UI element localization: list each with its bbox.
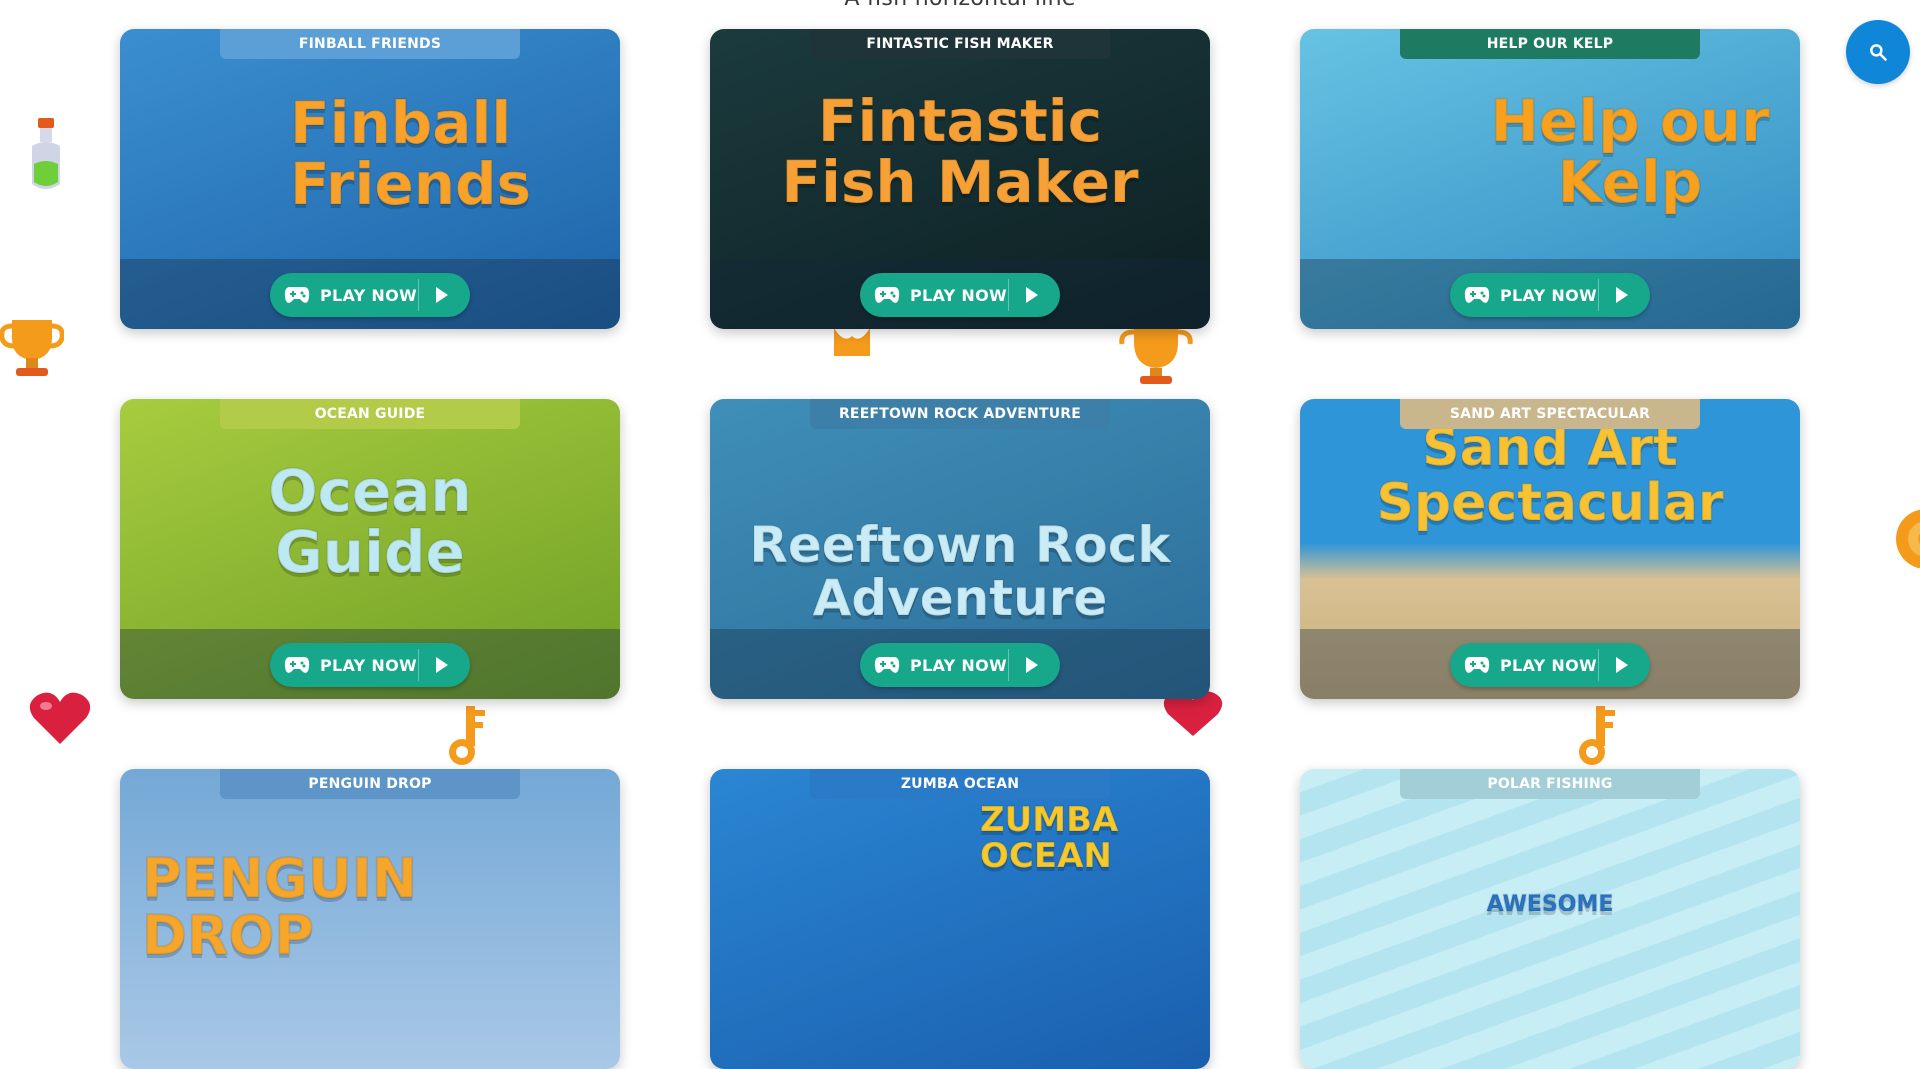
game-card-polar-fishing[interactable]: AWESOME POLAR FISHING	[1300, 769, 1800, 1069]
gamepad-icon	[874, 287, 900, 303]
game-card-sand-art-spectacular[interactable]: Sand Art Spectacular SAND ART SPECTACULA…	[1300, 399, 1800, 699]
game-card-help-our-kelp[interactable]: Help our Kelp HELP OUR KELP PLAY NOW	[1300, 29, 1800, 329]
play-now-button[interactable]: PLAY NOW	[270, 643, 470, 687]
game-card-title: Fintastic Fish Maker	[780, 87, 1139, 216]
play-now-button[interactable]: PLAY NOW	[860, 643, 1060, 687]
game-card-tag: OCEAN GUIDE	[220, 399, 520, 429]
play-now-label: PLAY NOW	[320, 655, 417, 675]
play-now-button[interactable]: PLAY NOW	[860, 273, 1060, 317]
button-divider	[418, 279, 419, 311]
gamepad-icon	[1464, 287, 1490, 303]
game-card-title: Sand Art Spectacular	[1375, 418, 1724, 533]
game-card-tag: REEFTOWN ROCK ADVENTURE	[810, 399, 1110, 429]
gamepad-icon	[1464, 657, 1490, 673]
game-card-reeftown-rock-adventure[interactable]: Reeftown Rock Adventure REEFTOWN ROCK AD…	[710, 399, 1210, 699]
game-card-tag: SAND ART SPECTACULAR	[1400, 399, 1700, 429]
button-divider	[1598, 279, 1599, 311]
gamepad-icon	[284, 287, 310, 303]
play-arrow-icon	[436, 287, 448, 303]
game-card-title: AWESOME	[1486, 892, 1615, 917]
game-card-title: PENGUIN DROP	[141, 847, 418, 967]
game-card-penguin-drop[interactable]: PENGUIN DROP PENGUIN DROP	[120, 769, 620, 1069]
play-arrow-icon	[1026, 657, 1038, 673]
game-card-footer: PLAY NOW	[710, 629, 1210, 699]
game-card-tag: HELP OUR KELP	[1400, 29, 1700, 59]
gamepad-icon	[874, 657, 900, 673]
game-card-ocean-guide[interactable]: Ocean Guide OCEAN GUIDE PLAY NOW	[120, 399, 620, 699]
play-now-button[interactable]: PLAY NOW	[270, 273, 470, 317]
play-now-label: PLAY NOW	[1500, 285, 1597, 305]
play-now-button[interactable]: PLAY NOW	[1450, 643, 1650, 687]
play-now-label: PLAY NOW	[1500, 655, 1597, 675]
button-divider	[1008, 649, 1009, 681]
button-divider	[1598, 649, 1599, 681]
game-card-finball-friends[interactable]: Finball Friends FINBALL FRIENDS PLAY NOW	[120, 29, 620, 329]
play-arrow-icon	[1616, 287, 1628, 303]
gamepad-icon	[284, 657, 310, 673]
game-card-footer: PLAY NOW	[710, 259, 1210, 329]
games-grid: Finball Friends FINBALL FRIENDS PLAY NOW…	[0, 0, 1920, 1069]
play-arrow-icon	[436, 657, 448, 673]
game-card-title: Reeftown Rock Adventure	[748, 516, 1171, 627]
play-arrow-icon	[1026, 287, 1038, 303]
game-card-footer: PLAY NOW	[1300, 259, 1800, 329]
game-card-title: Finball Friends	[289, 89, 532, 218]
game-card-tag: POLAR FISHING	[1400, 769, 1700, 799]
game-card-title: Help our Kelp	[1489, 87, 1770, 216]
game-card-fintastic-fish-maker[interactable]: Fintastic Fish Maker FINTASTIC FISH MAKE…	[710, 29, 1210, 329]
game-card-art	[1300, 769, 1800, 1069]
game-card-tag: FINTASTIC FISH MAKER	[810, 29, 1110, 59]
game-card-title: Ocean Guide	[267, 457, 472, 586]
game-card-tag: PENGUIN DROP	[220, 769, 520, 799]
play-now-label: PLAY NOW	[910, 285, 1007, 305]
game-card-title: ZUMBA OCEAN	[979, 800, 1119, 876]
button-divider	[418, 649, 419, 681]
play-now-label: PLAY NOW	[320, 285, 417, 305]
play-now-label: PLAY NOW	[910, 655, 1007, 675]
button-divider	[1008, 279, 1009, 311]
play-arrow-icon	[1616, 657, 1628, 673]
play-now-button[interactable]: PLAY NOW	[1450, 273, 1650, 317]
game-card-tag: FINBALL FRIENDS	[220, 29, 520, 59]
game-card-zumba-ocean[interactable]: ZUMBA OCEAN ZUMBA OCEAN	[710, 769, 1210, 1069]
game-card-footer: PLAY NOW	[120, 629, 620, 699]
game-card-footer: PLAY NOW	[1300, 629, 1800, 699]
game-card-footer: PLAY NOW	[120, 259, 620, 329]
game-card-tag: ZUMBA OCEAN	[810, 769, 1110, 799]
